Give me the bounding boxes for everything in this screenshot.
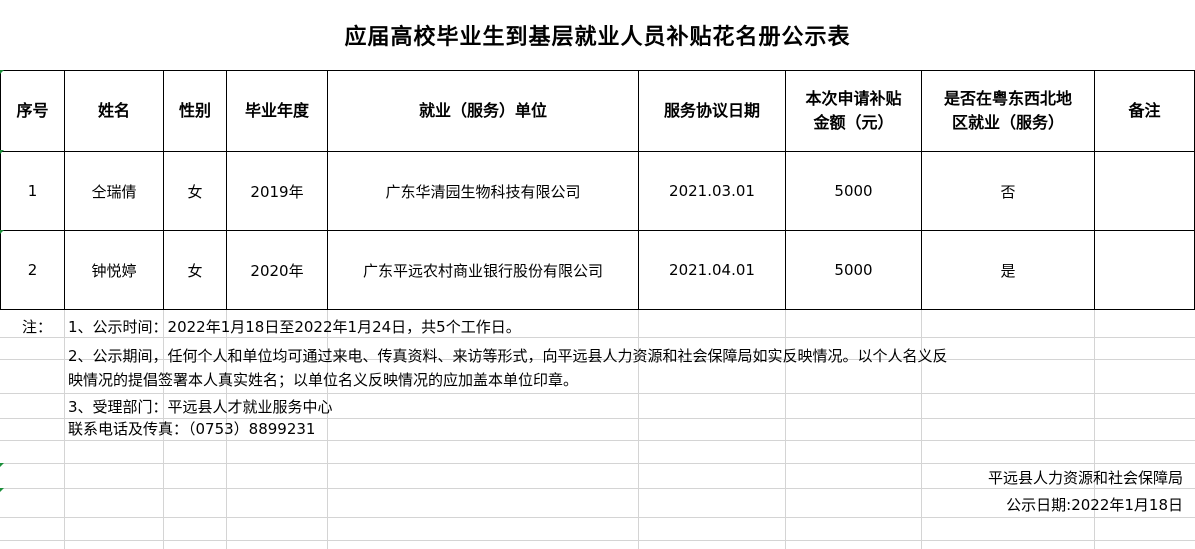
subsidy-roster-table: 序号 姓名 性别 毕业年度 就业（服务）单位 服务协议日期 本次申请补贴 金额（… [0,70,1195,310]
cell-agreement-date[interactable]: 2021.03.01 [638,151,786,231]
note-2-line-1: 2、公示期间，任何个人和单位均可通过来电、传真资料、来访等形式，向平远县人力资源… [68,347,948,365]
header-name[interactable]: 姓名 [64,70,164,152]
cell-employer[interactable]: 广东平远农村商业银行股份有限公司 [327,230,639,310]
cell-name[interactable]: 仝瑞倩 [64,151,164,231]
header-region-line1: 是否在粤东西北地 [943,89,1072,108]
cell-seq[interactable]: 1 [0,151,65,231]
header-gender[interactable]: 性别 [163,70,227,152]
header-region[interactable]: 是否在粤东西北地 区就业（服务） [921,70,1095,152]
header-grad-year[interactable]: 毕业年度 [226,70,328,152]
note-1: 1、公示时间：2022年1月18日至2022年1月24日，共5个工作日。 [68,318,521,336]
cell-marker [0,230,4,234]
page-title: 应届高校毕业生到基层就业人员补贴花名册公示表 [0,0,1195,70]
cell-gender[interactable]: 女 [163,151,227,231]
cell-region[interactable]: 是 [921,230,1095,310]
cell-name[interactable]: 钟悦婷 [64,230,164,310]
header-region-line2: 区就业（服务） [951,113,1064,132]
note-2-line-2: 映情况的提倡签署本人真实姓名；以单位名义反映情况的应加盖本单位印章。 [68,371,579,389]
cell-remarks[interactable] [1094,151,1195,231]
table-row: 1 仝瑞倩 女 2019年 广东华清园生物科技有限公司 2021.03.01 5… [0,151,1195,231]
cell-agreement-date[interactable]: 2021.04.01 [638,230,786,310]
header-seq[interactable]: 序号 [0,70,65,152]
cell-grad-year[interactable]: 2020年 [226,230,328,310]
header-subsidy-amount-line1: 本次申请补贴 [805,89,902,108]
header-remarks[interactable]: 备注 [1094,70,1195,152]
header-agreement-date[interactable]: 服务协议日期 [638,70,786,152]
table-header-row: 序号 姓名 性别 毕业年度 就业（服务）单位 服务协议日期 本次申请补贴 金额（… [0,70,1195,152]
header-subsidy-amount[interactable]: 本次申请补贴 金额（元） [785,70,922,152]
cell-seq[interactable]: 2 [0,230,65,310]
cell-marker [0,488,4,492]
cell-marker [0,70,4,74]
cell-marker [0,463,4,467]
cell-gender[interactable]: 女 [163,230,227,310]
table-row: 2 钟悦婷 女 2020年 广东平远农村商业银行股份有限公司 2021.04.0… [0,230,1195,310]
header-employer[interactable]: 就业（服务）单位 [327,70,639,152]
header-subsidy-amount-line2: 金额（元） [813,113,894,132]
note-3: 3、受理部门：平远县人才就业服务中心 [68,398,333,416]
cell-marker [0,150,4,154]
cell-region[interactable]: 否 [921,151,1095,231]
cell-employer[interactable]: 广东华清园生物科技有限公司 [327,151,639,231]
cell-subsidy-amount[interactable]: 5000 [785,230,922,310]
cell-grad-year[interactable]: 2019年 [226,151,328,231]
notes-prefix: 注： [22,318,53,336]
note-4-contact: 联系电话及传真：（0753）8899231 [68,420,316,438]
footer-org: 平远县人力资源和社会保障局 [987,469,1183,487]
cell-subsidy-amount[interactable]: 5000 [785,151,922,231]
footer-date: 公示日期:2022年1月18日 [1006,496,1183,514]
cell-remarks[interactable] [1094,230,1195,310]
